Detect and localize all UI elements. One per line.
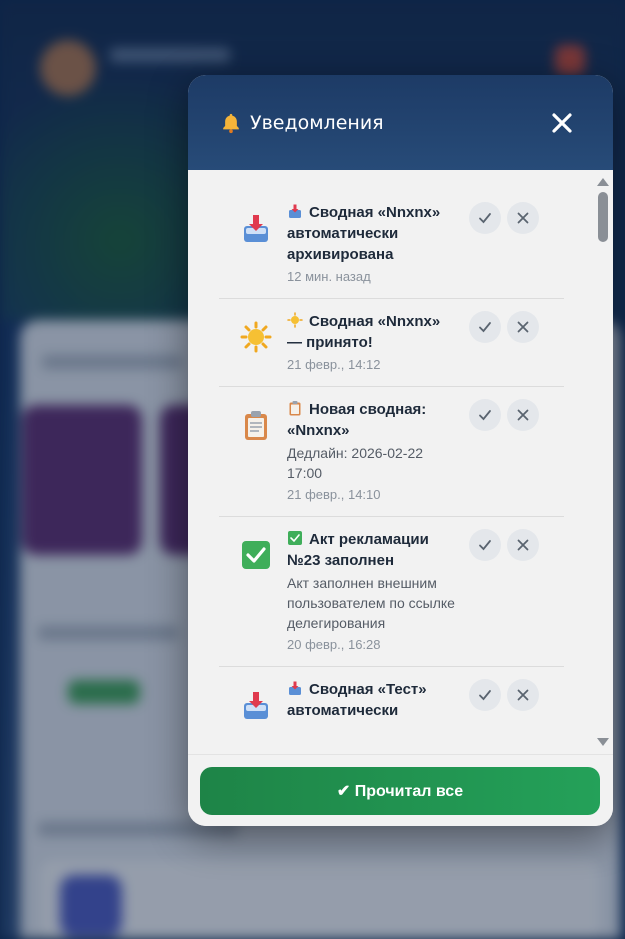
modal-title-text: Уведомления [250,111,384,134]
inbox-tray-icon [289,204,301,218]
close-icon [517,212,529,224]
notification-time: 12 мин. назад [287,269,371,284]
notification-item: Акт рекламации №23 заполнен Акт заполнен… [219,529,564,667]
dismiss-button[interactable] [507,399,539,431]
close-icon [517,539,529,551]
notification-time: 21 февр., 14:10 [287,487,381,502]
notification-title: Сводная «Тест» автоматически [287,681,427,719]
notification-actions [469,311,539,343]
dismiss-button[interactable] [507,529,539,561]
notification-list[interactable]: Сводная «Nnxnx» автоматически архивирова… [188,170,613,754]
close-icon [517,409,529,421]
check-icon [479,322,491,333]
inbox-tray-icon [244,692,268,719]
mark-read-button[interactable] [469,679,501,711]
notification-title: Сводная «Nnxnx» — принято! [287,313,441,351]
notification-actions [469,679,539,711]
notification-description: Акт заполнен внешним пользователем по сс… [287,575,455,631]
inbox-tray-icon [289,681,301,695]
scrollbar-thumb[interactable] [598,192,608,242]
notification-actions [469,529,539,561]
sun-icon [240,321,272,353]
notification-item: Сводная «Nnxnx» автоматически архивирова… [219,202,564,299]
mark-read-button[interactable] [469,202,501,234]
notification-actions [469,399,539,431]
notification-item: Новая сводная: «Nnxnx» Дедлайн: 2026-02-… [219,399,564,517]
notification-actions [469,202,539,234]
mark-read-button[interactable] [469,529,501,561]
sun-icon [287,312,303,328]
notification-body: Акт рекламации №23 заполнен Акт заполнен… [287,529,459,652]
notification-time: 21 февр., 14:12 [287,357,381,372]
dismiss-button[interactable] [507,311,539,343]
notification-item: Сводная «Тест» автоматически [219,679,564,735]
notification-body: Новая сводная: «Nnxnx» Дедлайн: 2026-02-… [287,399,459,502]
notification-body: Сводная «Nnxnx» — принято! 21 февр., 14:… [287,311,459,372]
clipboard-icon [289,401,301,416]
close-icon [517,321,529,333]
close-icon [517,689,529,701]
modal-header: Уведомления [188,75,613,170]
notification-title: Акт рекламации №23 заполнен [287,531,429,569]
scrollbar[interactable] [595,170,609,754]
notification-description: Дедлайн: 2026-02-22 17:00 [287,445,424,481]
check-box-icon [242,541,270,569]
close-button[interactable] [549,110,575,136]
scroll-up-arrow-icon[interactable] [597,178,609,186]
check-icon [479,540,491,551]
modal-title: Уведомления [220,112,384,134]
notifications-modal: Уведомления Сводная «Nnxnx» автоматическ… [188,75,613,826]
scroll-down-arrow-icon[interactable] [597,738,609,746]
clipboard-icon [245,411,267,440]
check-box-icon [288,531,302,545]
check-icon [479,213,491,224]
mark-read-button[interactable] [469,311,501,343]
notification-time: 20 февр., 16:28 [287,637,381,652]
dismiss-button[interactable] [507,679,539,711]
inbox-tray-icon [244,215,268,242]
modal-footer: ✔ Прочитал все [188,754,613,826]
read-all-button[interactable]: ✔ Прочитал все [200,767,600,815]
notification-title: Новая сводная: «Nnxnx» [287,401,427,439]
check-icon [479,410,491,421]
notification-body: Сводная «Тест» автоматически [287,679,459,721]
check-icon [479,690,491,701]
bell-icon [223,113,239,133]
dismiss-button[interactable] [507,202,539,234]
mark-read-button[interactable] [469,399,501,431]
notification-body: Сводная «Nnxnx» автоматически архивирова… [287,202,459,284]
notification-title: Сводная «Nnxnx» автоматически архивирова… [287,204,441,263]
notification-item: Сводная «Nnxnx» — принято! 21 февр., 14:… [219,311,564,387]
